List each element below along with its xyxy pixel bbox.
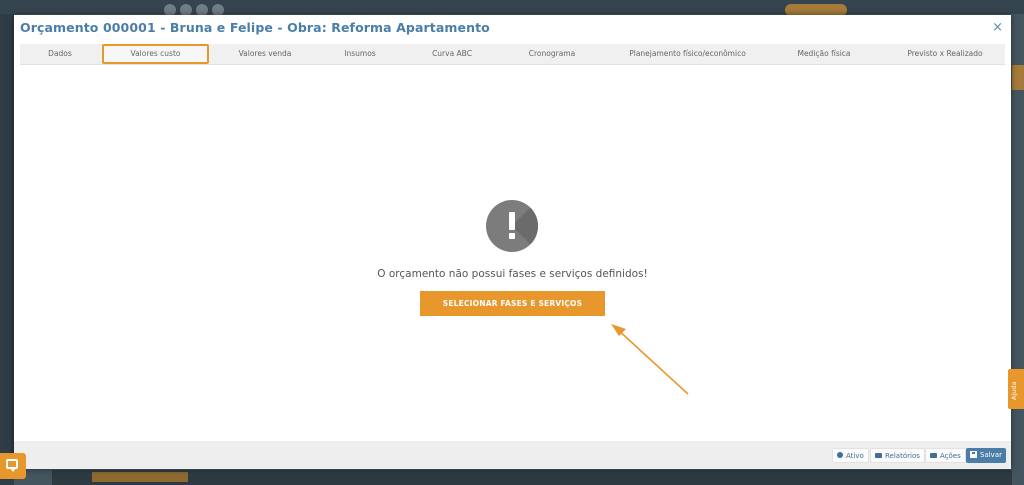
tab-medicao-fisica[interactable]: Medição física <box>780 44 868 64</box>
status-dot-icon <box>837 452 843 458</box>
pointer-arrow-icon <box>611 324 689 395</box>
tab-insumos[interactable]: Insumos <box>320 44 400 64</box>
tag-icon <box>930 452 937 458</box>
background-bottom-strip <box>52 470 1012 485</box>
save-label: Salvar <box>980 451 1002 459</box>
tab-bar: Dados Valores custo Valores venda Insumo… <box>20 44 1005 65</box>
reports-label: Relatórios <box>885 452 920 460</box>
save-button[interactable]: Salvar <box>966 448 1006 463</box>
background-topbar <box>0 0 1024 14</box>
background-orange-element <box>1012 65 1024 90</box>
reports-button[interactable]: Relatórios <box>870 448 925 463</box>
close-icon[interactable]: × <box>992 21 1003 34</box>
select-phases-button[interactable]: SELECIONAR FASES E SERVIÇOS <box>420 291 605 316</box>
status-active-button[interactable]: Ativo <box>832 448 869 463</box>
tab-previsto-realizado[interactable]: Previsto x Realizado <box>890 44 1000 64</box>
background-sidebar <box>0 14 14 485</box>
actions-label: Ações <box>940 452 961 460</box>
tab-valores-custo[interactable]: Valores custo <box>102 44 209 64</box>
tag-icon <box>875 452 882 458</box>
tab-curva-abc[interactable]: Curva ABC <box>412 44 492 64</box>
actions-button[interactable]: Ações <box>925 448 966 463</box>
tab-cronograma[interactable]: Cronograma <box>507 44 597 64</box>
tab-dados[interactable]: Dados <box>24 44 96 64</box>
tab-valores-venda[interactable]: Valores venda <box>215 44 315 64</box>
help-label: Ajuda <box>1010 381 1018 400</box>
chat-bubble-icon <box>6 459 18 472</box>
empty-state-message: O orçamento não possui fases e serviços … <box>377 268 648 280</box>
floppy-disk-icon <box>970 450 977 458</box>
background-orange-element <box>92 472 188 482</box>
tab-planejamento[interactable]: Planejamento físico/econômico <box>610 44 765 64</box>
exclamation-icon <box>486 200 538 252</box>
status-label: Ativo <box>846 452 864 460</box>
budget-modal: Orçamento 000001 - Bruna e Felipe - Obra… <box>14 15 1011 469</box>
chat-button[interactable] <box>0 453 26 479</box>
modal-title: Orçamento 000001 - Bruna e Felipe - Obra… <box>20 20 490 35</box>
help-tab[interactable]: Ajuda <box>1008 369 1024 409</box>
tab-content: O orçamento não possui fases e serviços … <box>14 65 1011 441</box>
modal-footer: Ativo Relatórios Ações Salvar <box>14 441 1011 469</box>
